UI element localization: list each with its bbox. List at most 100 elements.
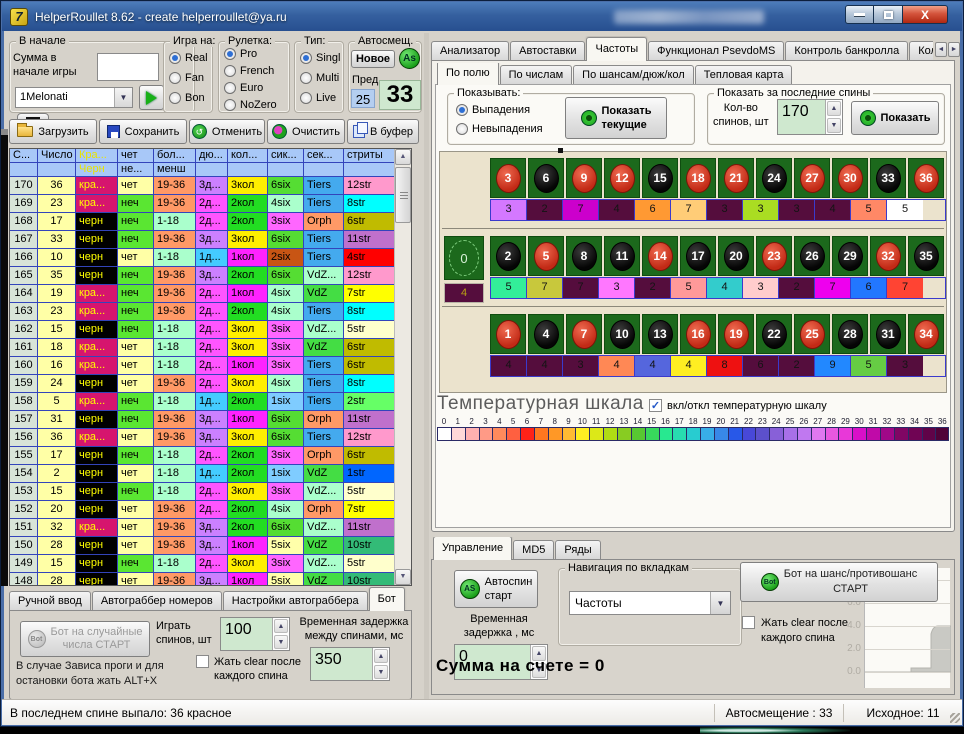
spins-count-value[interactable]: 100 [221, 618, 272, 650]
last-spins-stepper[interactable]: 170 ▲▼ [777, 99, 843, 135]
load-button[interactable]: Загрузить [9, 119, 97, 144]
radio-misses[interactable]: Невыпадения [456, 123, 543, 135]
spin-delay-value[interactable]: 350 [311, 648, 372, 680]
radio-pro[interactable]: Pro [224, 48, 257, 60]
table-row[interactable]: 16215черннеч1-182д...3кол3sixVdZ...5str [10, 321, 396, 339]
board-number-cell[interactable]: 2 [490, 236, 526, 276]
new-button[interactable]: Новое [351, 50, 395, 68]
radio-nozero[interactable]: NoZero [224, 99, 277, 111]
tab-bankroll[interactable]: Контроль банкролла [785, 41, 908, 61]
board-number-cell[interactable]: 15 [642, 158, 678, 198]
column-header[interactable]: Число [38, 149, 76, 163]
board-number-cell[interactable]: 18 [680, 158, 716, 198]
preset-combobox[interactable]: 1Melonati ▼ [15, 87, 133, 108]
board-number-cell[interactable]: 23 [756, 236, 792, 276]
table-header-row1[interactable]: С...ЧислоКра...четбол...дю...кол...сик..… [10, 149, 396, 163]
board-number-cell[interactable]: 9 [566, 158, 602, 198]
table-row[interactable]: 15315черннеч1-182д...3кол3sixVdZ...5str [10, 483, 396, 501]
radio-hits[interactable]: Выпадения [456, 104, 530, 116]
board-number-cell[interactable]: 13 [642, 314, 678, 354]
play-button[interactable] [139, 85, 164, 110]
tab-autograbber[interactable]: Автограббер номеров [92, 591, 222, 611]
copy-to-buffer-button[interactable]: В буфер [347, 119, 419, 144]
table-row[interactable]: 16817черннеч1-182д...2кол3sixOrph6str [10, 213, 396, 231]
board-number-cell[interactable]: 27 [794, 158, 830, 198]
checkbox-icon[interactable] [196, 655, 209, 668]
scroll-thumb[interactable] [395, 167, 411, 223]
checkbox-icon[interactable] [742, 616, 755, 629]
maximize-button[interactable] [874, 5, 903, 24]
tab-autograbber-settings[interactable]: Настройки автограббера [223, 591, 368, 611]
show-current-button[interactable]: Показатьтекущие [565, 97, 667, 139]
board-number-cell[interactable]: 6 [528, 158, 564, 198]
table-scrollbar[interactable]: ▲ ▼ [394, 149, 411, 585]
column-header[interactable]: бол... [154, 149, 196, 163]
table-row[interactable]: 15220чернчет19-362д...2кол4sixOrph7str [10, 501, 396, 519]
temp-scale-checkbox[interactable]: ✓ вкл/откл температурную шкалу [649, 399, 827, 412]
board-number-cell[interactable]: 12 [604, 158, 640, 198]
table-row[interactable]: 17036кра...чет19-363д...3кол6sixTiers12s… [10, 177, 396, 195]
board-number-cell[interactable]: 24 [756, 158, 792, 198]
radio-live[interactable]: Live [300, 92, 336, 104]
board-number-cell[interactable]: 19 [718, 314, 754, 354]
step-down-icon[interactable]: ▼ [274, 635, 288, 649]
start-sum-input[interactable] [97, 53, 159, 81]
spins-count-stepper[interactable]: 100 ▲ ▼ [220, 617, 290, 651]
bot-chance-start-button[interactable]: Bot Бот на шанс/противошансСТАРТ [740, 562, 938, 602]
radio-fan[interactable]: Fan [169, 72, 204, 84]
minimize-button[interactable] [845, 5, 874, 24]
step-up-icon[interactable]: ▲ [274, 619, 288, 633]
board-number-cell[interactable]: 25 [794, 314, 830, 354]
bot-random-start-button[interactable]: Bot Бот на случайныечисла СТАРТ [20, 621, 150, 657]
board-number-cell[interactable]: 33 [870, 158, 906, 198]
tab-frequencies[interactable]: Частоты [586, 37, 647, 61]
vertical-splitter[interactable] [424, 33, 429, 701]
column-header[interactable]: сик... [268, 149, 304, 163]
table-row[interactable]: 1542чернчет1-181д...2кол1sixVdZ1str [10, 465, 396, 483]
board-number-cell[interactable]: 8 [566, 236, 602, 276]
zero-cell[interactable]: 0 [444, 236, 484, 280]
autoshift-icon[interactable]: As [399, 48, 420, 69]
table-row[interactable]: 14828чернчет19-363д...1кол5sixVdZ10str [10, 573, 396, 586]
title-bar[interactable]: 7 HelperRoullet 8.62 - create helperroul… [2, 2, 962, 31]
board-number-cell[interactable]: 22 [756, 314, 792, 354]
board-number-cell[interactable]: 17 [680, 236, 716, 276]
table-row[interactable]: 16923кра...неч19-362д...2кол4sixTiers8st… [10, 195, 396, 213]
radio-bon[interactable]: Bon [169, 92, 205, 104]
board-number-cell[interactable]: 16 [680, 314, 716, 354]
table-header-row2[interactable]: Чернне...менш [10, 163, 396, 177]
tab-wheel[interactable]: Колесо [909, 41, 933, 61]
show-button[interactable]: Показать [851, 101, 939, 135]
board-number-cell[interactable]: 5 [528, 236, 564, 276]
column-header[interactable]: сек... [304, 149, 344, 163]
tab-autobets[interactable]: Автоставки [510, 41, 585, 61]
tab-manual-input[interactable]: Ручной ввод [9, 591, 91, 611]
column-header[interactable]: С... [10, 149, 38, 163]
table-row[interactable]: 16118кра...чет1-182д...3кол3sixVdZ6str [10, 339, 396, 357]
undo-button[interactable]: ↺Отменить [189, 119, 265, 144]
tab-md5[interactable]: MD5 [513, 540, 554, 560]
column-header[interactable]: стриты [344, 149, 396, 163]
board-number-cell[interactable]: 4 [528, 314, 564, 354]
table-row[interactable]: 15636кра...чет19-363д...3кол6sixTiers12s… [10, 429, 396, 447]
board-number-cell[interactable]: 28 [832, 314, 868, 354]
radio-french[interactable]: French [224, 65, 274, 77]
table-row[interactable]: 14915черннеч1-182д...3кол3sixVdZ...5str [10, 555, 396, 573]
board-number-cell[interactable]: 7 [566, 314, 602, 354]
tab-scroll-right-icon[interactable]: ► [948, 42, 960, 57]
table-row[interactable]: 15731черннеч19-363д...1кол6sixOrph11str [10, 411, 396, 429]
tab-rows[interactable]: Ряды [555, 540, 600, 560]
history-table[interactable]: С...ЧислоКра...четбол...дю...кол...сик..… [9, 148, 412, 586]
table-row[interactable]: 16535черннеч19-363д...2кол6sixVdZ...12st… [10, 267, 396, 285]
subtab-by-field[interactable]: По полю [437, 63, 499, 85]
board-number-cell[interactable]: 26 [794, 236, 830, 276]
autospin-start-button[interactable]: AS Автоспинстарт [454, 570, 538, 608]
table-row[interactable]: 15517черннеч1-182д...2кол3sixOrph6str [10, 447, 396, 465]
board-number-cell[interactable]: 32 [870, 236, 906, 276]
board-number-cell[interactable]: 21 [718, 158, 754, 198]
last-spins-value[interactable]: 170 [778, 100, 825, 134]
chevron-down-icon[interactable]: ▼ [114, 88, 132, 107]
subtab-by-chances[interactable]: По шансам/дюж/кол [573, 65, 694, 85]
tab-psevdoms[interactable]: Функционал PsevdoMS [648, 41, 784, 61]
board-number-cell[interactable]: 11 [604, 236, 640, 276]
